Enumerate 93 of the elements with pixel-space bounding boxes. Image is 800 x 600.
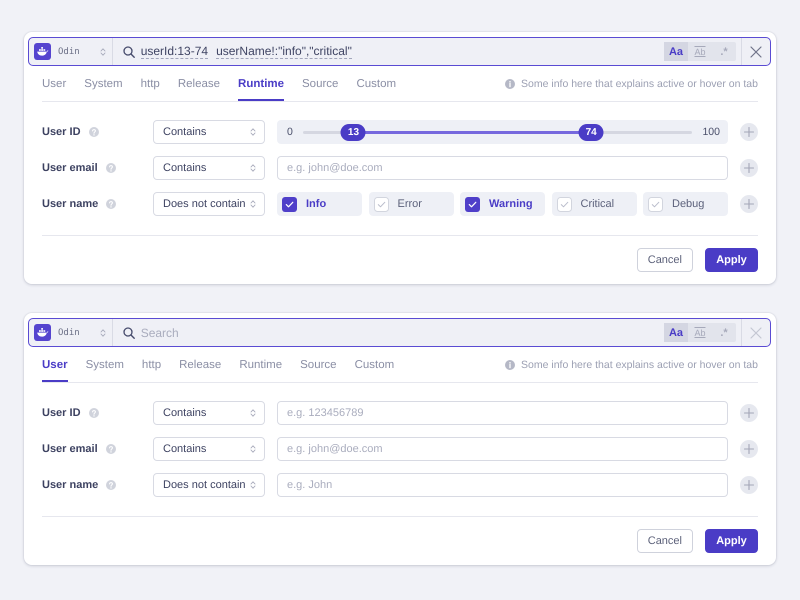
info-icon — [505, 360, 516, 370]
tab[interactable]: Source — [300, 347, 337, 382]
tab[interactable]: User — [42, 347, 68, 382]
checkbox[interactable] — [648, 196, 663, 212]
checkbox-option[interactable]: Info — [277, 192, 362, 216]
text-input[interactable]: e.g. John — [277, 473, 728, 497]
operator-select[interactable]: Contains — [153, 156, 265, 180]
tab[interactable]: Release — [178, 66, 220, 101]
checkbox-option[interactable]: Debug — [643, 192, 728, 216]
source-select[interactable]: Odin — [34, 319, 112, 346]
operator-select[interactable]: Does not contain — [153, 192, 265, 216]
option-toggle[interactable]: Aa — [664, 323, 688, 342]
option-toggle[interactable]: Aa — [664, 42, 688, 61]
help-icon — [88, 127, 99, 137]
updown-icon — [250, 480, 256, 490]
tab[interactable]: System — [86, 347, 124, 382]
text-input[interactable]: e.g. john@doe.com — [277, 437, 728, 461]
plus-icon — [744, 199, 754, 209]
slider-thumb[interactable]: 13 — [340, 124, 366, 140]
checkbox[interactable] — [465, 196, 480, 212]
tab[interactable]: System — [84, 66, 123, 101]
help-icon — [106, 163, 116, 173]
checkbox-option[interactable]: Error — [368, 192, 454, 216]
primary-button[interactable]: Apply — [705, 248, 758, 272]
plus-icon — [744, 444, 754, 454]
operator-select[interactable]: Contains — [153, 120, 265, 144]
field-label: User email — [42, 443, 98, 455]
slider-track[interactable]: 13 74 — [302, 124, 692, 140]
add-button[interactable] — [740, 404, 758, 422]
add-button[interactable] — [740, 159, 758, 177]
search-icon — [122, 46, 135, 58]
checkbox[interactable] — [556, 196, 572, 212]
slider-max-value: 100 — [702, 126, 720, 138]
checkbox-option[interactable]: Warning — [460, 192, 545, 216]
close-icon — [750, 46, 762, 58]
help-icon — [106, 444, 116, 454]
updown-icon — [250, 444, 256, 454]
updown-icon — [100, 328, 106, 338]
ship-icon — [34, 43, 51, 60]
source-select[interactable]: Odin — [34, 38, 112, 65]
hint-text: Some info here that explains active or hover on tab — [521, 359, 758, 371]
field-label: User ID — [42, 407, 81, 419]
updown-icon — [100, 46, 106, 56]
primary-button[interactable]: Apply — [705, 529, 758, 553]
search-field[interactable]: Search — [140, 322, 664, 342]
secondary-button[interactable]: Cancel — [636, 248, 693, 272]
add-button[interactable] — [740, 195, 758, 213]
info-icon — [505, 79, 516, 89]
tab[interactable]: Runtime — [239, 347, 282, 382]
tab[interactable]: Custom — [354, 347, 394, 382]
ship-icon — [34, 324, 51, 341]
updown-icon — [250, 163, 256, 173]
field-label: User name — [42, 198, 98, 210]
tab[interactable]: http — [140, 66, 160, 101]
tab[interactable]: Release — [179, 347, 222, 382]
search-icon — [122, 326, 135, 338]
slider-thumb[interactable]: 74 — [578, 124, 604, 140]
plus-icon — [744, 127, 754, 137]
help-icon — [88, 408, 99, 418]
checkbox-option[interactable]: Critical — [552, 192, 636, 216]
search-bar[interactable]: Odin userId:13-74 userName!:"info","critical" Aa Ab .* — [28, 37, 771, 66]
updown-icon — [250, 408, 256, 418]
plus-icon — [744, 163, 754, 173]
help-icon — [106, 199, 116, 209]
search-bar[interactable]: Odin Search Aa Ab .* — [28, 318, 771, 347]
updown-icon — [250, 127, 256, 137]
help-icon — [106, 480, 116, 490]
tab[interactable]: Runtime — [238, 66, 284, 101]
add-button[interactable] — [740, 123, 758, 141]
secondary-button[interactable]: Cancel — [636, 529, 693, 553]
search-field[interactable]: userId:13-74 userName!:"info","critical" — [140, 44, 664, 59]
tab[interactable]: Custom — [356, 66, 396, 101]
tab[interactable]: User — [42, 66, 66, 101]
updown-icon — [250, 199, 256, 209]
tab[interactable]: http — [142, 347, 162, 382]
operator-select[interactable]: Contains — [153, 401, 265, 425]
plus-icon — [744, 408, 754, 418]
hint-text: Some info here that explains active or hover on tab — [521, 78, 758, 90]
plus-icon — [744, 480, 754, 490]
operator-select[interactable]: Contains — [153, 437, 265, 461]
text-input[interactable]: e.g. 123456789 — [277, 401, 728, 425]
field-label: User email — [42, 162, 98, 174]
add-button[interactable] — [740, 476, 758, 494]
field-label: User ID — [42, 126, 81, 138]
checkbox[interactable] — [282, 196, 297, 212]
add-button[interactable] — [740, 440, 758, 458]
operator-select[interactable]: Does not contain — [153, 473, 265, 497]
checkbox[interactable] — [374, 196, 388, 212]
slider-min-value: 0 — [287, 126, 293, 138]
field-label: User name — [42, 479, 98, 491]
text-input[interactable]: e.g. john@doe.com — [277, 156, 728, 180]
tab[interactable]: Source — [302, 66, 338, 101]
close-icon — [750, 326, 762, 338]
